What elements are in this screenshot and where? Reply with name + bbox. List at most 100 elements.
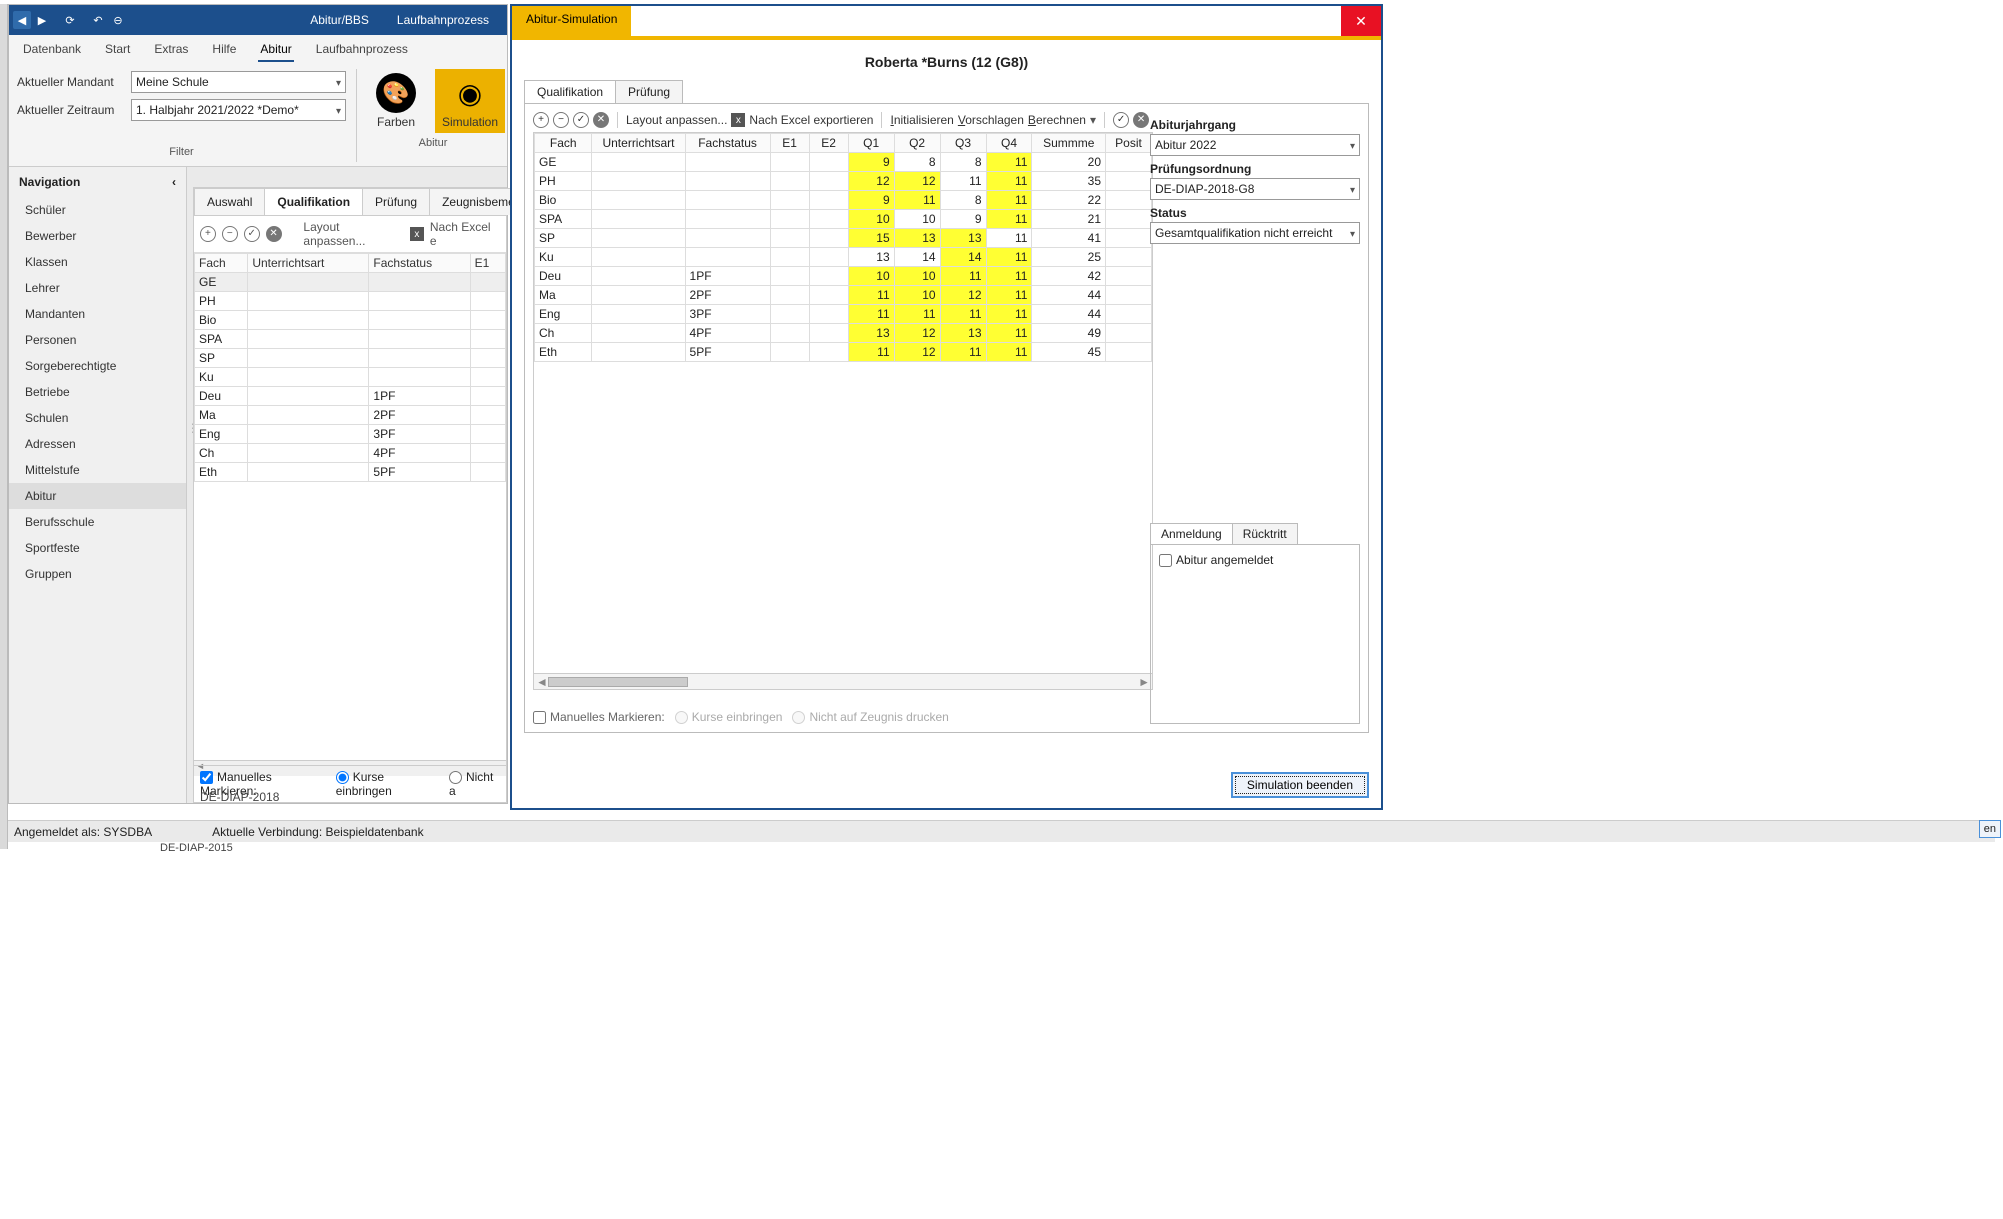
abitur-angemeldet-check[interactable]: Abitur angemeldet (1159, 553, 1273, 567)
toolbar-excel[interactable]: Nach Excel e (430, 220, 500, 248)
dlg-col-posit[interactable]: Posit (1106, 134, 1152, 153)
table-row[interactable]: SPA101091121 (535, 210, 1152, 229)
table-row[interactable]: SP1513131141 (535, 229, 1152, 248)
simulation-button[interactable]: ◉ Simulation (435, 69, 505, 133)
status-combo[interactable]: Gesamtqualifikation nicht erreicht (1150, 222, 1360, 244)
table-row[interactable]: PH1212111135 (535, 172, 1152, 191)
sidebar-item-berufsschule[interactable]: Berufsschule (9, 509, 186, 535)
table-row[interactable]: Bio91181122 (535, 191, 1152, 210)
table-row[interactable]: Ku1314141125 (535, 248, 1152, 267)
menu-datenbank[interactable]: Datenbank (21, 38, 83, 62)
sidebar-item-schüler[interactable]: Schüler (9, 197, 186, 223)
tab-abitur-bbs[interactable]: Abitur/BBS (296, 5, 383, 35)
dlg-tb-layout[interactable]: Layout anpassen... (626, 113, 727, 127)
sidebar-item-personen[interactable]: Personen (9, 327, 186, 353)
table-row[interactable]: Ku (195, 368, 506, 387)
collapse-icon[interactable]: ‹ (172, 175, 176, 189)
truncated-button[interactable]: en (1979, 820, 2001, 838)
refresh-icon[interactable]: ⟳ (61, 11, 79, 29)
table-row[interactable]: Ma2PF1110121144 (535, 286, 1152, 305)
sidebar-item-schulen[interactable]: Schulen (9, 405, 186, 431)
tab-laufbahnprozess[interactable]: Laufbahnprozess (383, 5, 503, 35)
table-row[interactable]: Ma2PF (195, 406, 506, 425)
menu-start[interactable]: Start (103, 38, 132, 62)
table-row[interactable]: Eng3PF (195, 425, 506, 444)
dlg-tb-excel[interactable]: Nach Excel exportieren (749, 113, 873, 127)
dlg-check2-icon[interactable]: ✓ (1113, 112, 1129, 128)
dlg-col-unterrichtsart[interactable]: Unterrichtsart (592, 134, 685, 153)
dlg-remove-icon[interactable]: − (553, 112, 569, 128)
sidebar-item-betriebe[interactable]: Betriebe (9, 379, 186, 405)
dlg-check-icon[interactable]: ✓ (573, 112, 589, 128)
dlg-cancel2-icon[interactable]: ✕ (1133, 112, 1149, 128)
dlg-col-fach[interactable]: Fach (535, 134, 592, 153)
sidebar-item-sportfeste[interactable]: Sportfeste (9, 535, 186, 561)
remove-icon[interactable]: − (222, 226, 238, 242)
sidebar-item-abitur[interactable]: Abitur (9, 483, 186, 509)
sidebar-item-mittelstufe[interactable]: Mittelstufe (9, 457, 186, 483)
check-icon[interactable]: ✓ (244, 226, 260, 242)
table-row[interactable]: Deu1PF (195, 387, 506, 406)
dlg-col-q4[interactable]: Q4 (986, 134, 1032, 153)
dialog-grid[interactable]: FachUnterrichtsartFachstatusE1E2Q1Q2Q3Q4… (534, 133, 1152, 362)
dlg-cancel-icon[interactable]: ✕ (593, 112, 609, 128)
table-row[interactable]: SPA (195, 330, 506, 349)
farben-button[interactable]: 🎨 Farben (361, 69, 431, 133)
table-row[interactable]: Eng3PF1111111144 (535, 305, 1152, 324)
sidebar-item-klassen[interactable]: Klassen (9, 249, 186, 275)
col-unterrichtsart[interactable]: Unterrichtsart (248, 254, 369, 273)
dlg-col-e2[interactable]: E2 (809, 134, 848, 153)
mandant-combo[interactable]: Meine Schule (131, 71, 346, 93)
chevron-down-icon[interactable]: ▾ (1090, 113, 1096, 127)
col-fach[interactable]: Fach (195, 254, 248, 273)
menu-extras[interactable]: Extras (152, 38, 190, 62)
dlg-tab-qualifikation[interactable]: Qualifikation (524, 80, 616, 103)
nav-forward-icon[interactable]: ▶ (33, 11, 51, 29)
nav-back-icon[interactable]: ◀ (13, 11, 31, 29)
table-row[interactable]: GE (195, 273, 506, 292)
table-row[interactable]: Eth5PF1112111145 (535, 343, 1152, 362)
dlg-col-q2[interactable]: Q2 (894, 134, 940, 153)
table-row[interactable]: Eth5PF (195, 463, 506, 482)
table-row[interactable]: PH (195, 292, 506, 311)
simulation-beenden-button[interactable]: Simulation beenden (1231, 772, 1369, 798)
dlg-col-q1[interactable]: Q1 (848, 134, 894, 153)
side-tab-anmeldung[interactable]: Anmeldung (1150, 523, 1233, 544)
cancel-icon[interactable]: ✕ (266, 226, 282, 242)
tab-auswahl[interactable]: Auswahl (194, 188, 265, 215)
close-icon[interactable]: ✕ (1341, 6, 1381, 36)
tab-prüfung[interactable]: Prüfung (362, 188, 430, 215)
menu-hilfe[interactable]: Hilfe (210, 38, 238, 62)
dlg-tb-vorschlag[interactable]: Vorschlagen (958, 113, 1024, 127)
undo-icon[interactable]: ↶ (89, 11, 107, 29)
menu-abitur[interactable]: Abitur (258, 38, 293, 62)
table-row[interactable]: Ch4PF1312131149 (535, 324, 1152, 343)
sidebar-item-lehrer[interactable]: Lehrer (9, 275, 186, 301)
dialog-h-scrollbar[interactable]: ◄► (534, 673, 1152, 689)
dlg-manuell-check[interactable]: Manuelles Markieren: (533, 710, 665, 724)
toolbar-layout[interactable]: Layout anpassen... (303, 220, 404, 248)
dlg-col-e1[interactable]: E1 (770, 134, 809, 153)
table-row[interactable]: GE9881120 (535, 153, 1152, 172)
sidebar-item-sorgeberechtigte[interactable]: Sorgeberechtigte (9, 353, 186, 379)
col-e1[interactable]: E1 (470, 254, 505, 273)
dlg-tb-berechnen[interactable]: Berechnen (1028, 113, 1086, 127)
dlg-col-q3[interactable]: Q3 (940, 134, 986, 153)
menu-laufbahnprozess[interactable]: Laufbahnprozess (314, 38, 410, 62)
opt-kurse[interactable]: Kurse einbringen (336, 770, 437, 798)
sidebar-item-bewerber[interactable]: Bewerber (9, 223, 186, 249)
sidebar-item-mandanten[interactable]: Mandanten (9, 301, 186, 327)
side-tab-rücktritt[interactable]: Rücktritt (1232, 523, 1298, 544)
main-grid[interactable]: FachUnterrichtsartFachstatusE1 GEPHBioSP… (194, 253, 506, 482)
dlg-col-fachstatus[interactable]: Fachstatus (685, 134, 770, 153)
dlg-col-summme[interactable]: Summme (1032, 134, 1106, 153)
table-row[interactable]: Deu1PF1010111142 (535, 267, 1152, 286)
sidebar-item-gruppen[interactable]: Gruppen (9, 561, 186, 587)
opt-nicht[interactable]: Nicht a (449, 770, 500, 798)
minus-circle-icon[interactable]: ⊖ (109, 11, 127, 29)
col-fachstatus[interactable]: Fachstatus (369, 254, 470, 273)
sidebar-item-adressen[interactable]: Adressen (9, 431, 186, 457)
ordnung-combo[interactable]: DE-DIAP-2018-G8 (1150, 178, 1360, 200)
add-icon[interactable]: + (200, 226, 216, 242)
zeitraum-combo[interactable]: 1. Halbjahr 2021/2022 *Demo* (131, 99, 346, 121)
